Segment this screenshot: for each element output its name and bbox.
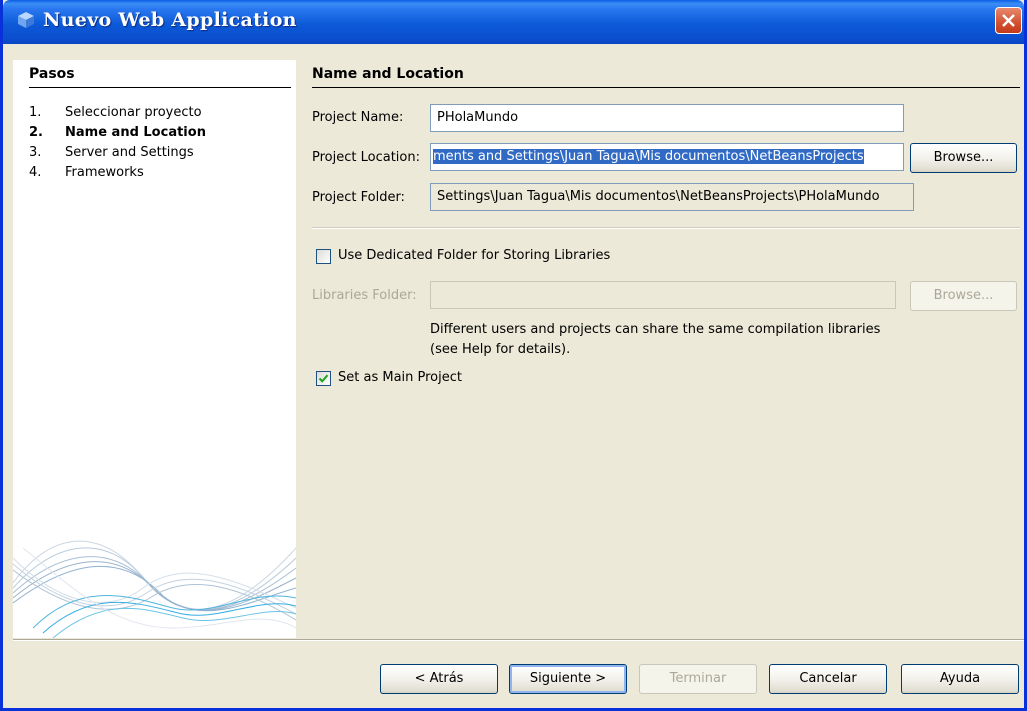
steps-panel: Pasos 1. Seleccionar proyecto 2. Name and … — [13, 60, 296, 638]
section-divider — [312, 87, 1020, 88]
dedicated-folder-checkbox[interactable] — [316, 249, 331, 264]
dialog-window: Nuevo Web Application Pasos 1. Selecciona… — [0, 0, 1027, 711]
step-item: 1. Seleccionar proyecto — [29, 105, 202, 120]
libraries-hint-text: Different users and projects can share t… — [430, 320, 880, 360]
project-name-input[interactable]: PHolaMundo — [430, 104, 904, 132]
main-project-checkbox[interactable] — [316, 371, 331, 386]
dedicated-folder-label: Use Dedicated Folder for Storing Librari… — [338, 248, 611, 263]
close-icon — [1002, 14, 1015, 27]
button-bar-divider — [13, 639, 1024, 641]
step-item: 4. Frameworks — [29, 165, 144, 180]
title-bar[interactable]: Nuevo Web Application — [3, 0, 1024, 44]
form-panel: Name and Location Project Name: PHolaMun… — [296, 60, 1024, 638]
steps-divider — [29, 87, 291, 88]
browse-location-button[interactable]: Browse... — [910, 143, 1017, 173]
help-button[interactable]: Ayuda — [901, 664, 1019, 694]
steps-list: 1. Seleccionar proyecto 2. Name and Locati… — [29, 104, 206, 184]
browse-libraries-button[interactable]: Browse... — [910, 281, 1017, 311]
cancel-button[interactable]: Cancelar — [769, 664, 887, 694]
checkmark-icon — [318, 374, 329, 383]
project-folder-input[interactable]: Settings\Juan Tagua\Mis documentos\NetBe… — [430, 183, 914, 211]
project-location-label: Project Location: — [312, 150, 420, 165]
next-button[interactable]: Siguiente > — [509, 664, 627, 694]
project-folder-label: Project Folder: — [312, 190, 405, 205]
step-item: 3. Server and Settings — [29, 145, 194, 160]
decorative-wave-graphic — [13, 540, 296, 638]
hint-line-2: (see Help for details). — [430, 342, 571, 357]
close-button[interactable] — [995, 7, 1022, 34]
section-title: Name and Location — [312, 66, 464, 82]
main-project-label: Set as Main Project — [338, 370, 462, 385]
project-name-label: Project Name: — [312, 110, 404, 125]
libraries-folder-label: Libraries Folder: — [312, 288, 417, 303]
window-title: Nuevo Web Application — [43, 9, 297, 31]
steps-heading: Pasos — [29, 66, 75, 82]
libraries-folder-input[interactable] — [430, 281, 896, 309]
hint-line-1: Different users and projects can share t… — [430, 322, 881, 337]
netbeans-cube-icon — [18, 12, 34, 28]
finish-button[interactable]: Terminar — [639, 664, 757, 694]
project-location-value: ments and Settings\Juan Tagua\Mis docume… — [433, 149, 864, 164]
back-button[interactable]: < Atrás — [380, 664, 498, 694]
step-item-current: 2. Name and Location — [29, 125, 206, 140]
project-location-input[interactable]: ments and Settings\Juan Tagua\Mis docume… — [430, 143, 904, 171]
form-divider — [312, 227, 1020, 229]
